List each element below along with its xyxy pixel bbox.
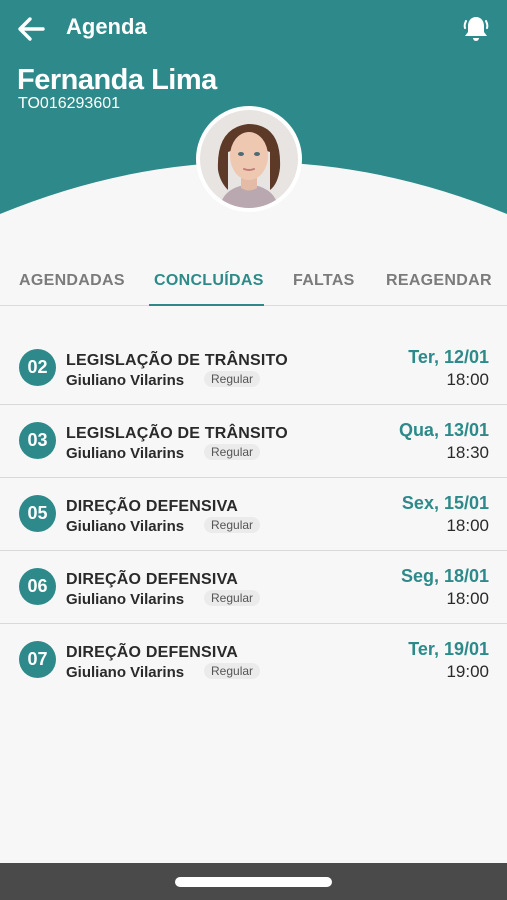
lesson-row[interactable]: 02 LEGISLAÇÃO DE TRÂNSITO Giuliano Vilar… (0, 332, 507, 405)
lesson-type-badge: Regular (204, 371, 261, 387)
lesson-date: Ter, 19/01 (408, 639, 489, 659)
tab-agendadas[interactable]: AGENDADAS (19, 272, 125, 290)
arrow-left-icon (18, 17, 45, 41)
bell-icon (463, 17, 489, 41)
lesson-list: 02 LEGISLAÇÃO DE TRÂNSITO Giuliano Vilar… (0, 332, 507, 697)
lesson-date: Sex, 15/01 (401, 493, 489, 513)
lesson-time: 18:00 (446, 589, 489, 608)
lesson-row[interactable]: 05 DIREÇÃO DEFENSIVA Giuliano Vilarins R… (0, 478, 507, 551)
user-name: Fernanda Lima (17, 64, 217, 96)
tab-concluidas[interactable]: CONCLUÍDAS (154, 272, 264, 290)
lesson-number-badge: 05 (19, 495, 56, 532)
lesson-date: Seg, 18/01 (400, 566, 489, 586)
lesson-row[interactable]: 07 DIREÇÃO DEFENSIVA Giuliano Vilarins R… (0, 624, 507, 697)
back-button[interactable] (14, 12, 48, 46)
user-id: TO016293601 (18, 95, 121, 112)
lesson-row[interactable]: 03 LEGISLAÇÃO DE TRÂNSITO Giuliano Vilar… (0, 405, 507, 478)
lesson-type-badge: Regular (204, 517, 261, 533)
tab-bar: AGENDADAS CONCLUÍDAS FALTAS REAGENDAR (0, 262, 507, 306)
lesson-number-badge: 03 (19, 422, 56, 459)
course-name: DIREÇÃO DEFENSIVA (66, 571, 239, 588)
tab-faltas[interactable]: FALTAS (293, 272, 355, 290)
lesson-date: Qua, 13/01 (398, 420, 489, 440)
lesson-date: Ter, 12/01 (408, 347, 489, 367)
course-name: LEGISLAÇÃO DE TRÂNSITO (66, 425, 288, 442)
lesson-time: 18:30 (446, 443, 489, 462)
course-name: DIREÇÃO DEFENSIVA (66, 644, 239, 661)
lesson-time: 18:00 (446, 516, 489, 535)
instructor-name: Giuliano Vilarins (66, 445, 185, 462)
lesson-type-badge: Regular (204, 444, 261, 460)
tab-reagendar[interactable]: REAGENDAR (386, 272, 492, 290)
system-navigation-bar (0, 863, 507, 900)
course-name: DIREÇÃO DEFENSIVA (66, 498, 239, 515)
active-tab-indicator (149, 304, 264, 306)
lesson-number-badge: 02 (19, 349, 56, 386)
home-indicator[interactable] (175, 877, 332, 887)
instructor-name: Giuliano Vilarins (66, 372, 185, 389)
lesson-time: 18:00 (446, 370, 489, 389)
lesson-number-badge: 07 (19, 641, 56, 678)
course-name: LEGISLAÇÃO DE TRÂNSITO (66, 352, 288, 369)
instructor-name: Giuliano Vilarins (66, 591, 185, 608)
instructor-name: Giuliano Vilarins (66, 518, 185, 535)
notifications-button[interactable] (459, 12, 493, 46)
lesson-row[interactable]: 06 DIREÇÃO DEFENSIVA Giuliano Vilarins R… (0, 551, 507, 624)
lesson-number-badge: 06 (19, 568, 56, 605)
lesson-type-badge: Regular (204, 590, 261, 606)
page-title: Agenda (66, 14, 147, 39)
avatar-photo (200, 110, 298, 208)
instructor-name: Giuliano Vilarins (66, 664, 185, 681)
avatar (196, 106, 302, 212)
profile-header: Agenda Fernanda Lima TO016293601 (0, 0, 507, 240)
lesson-time: 19:00 (446, 662, 489, 681)
lesson-type-badge: Regular (204, 663, 261, 679)
